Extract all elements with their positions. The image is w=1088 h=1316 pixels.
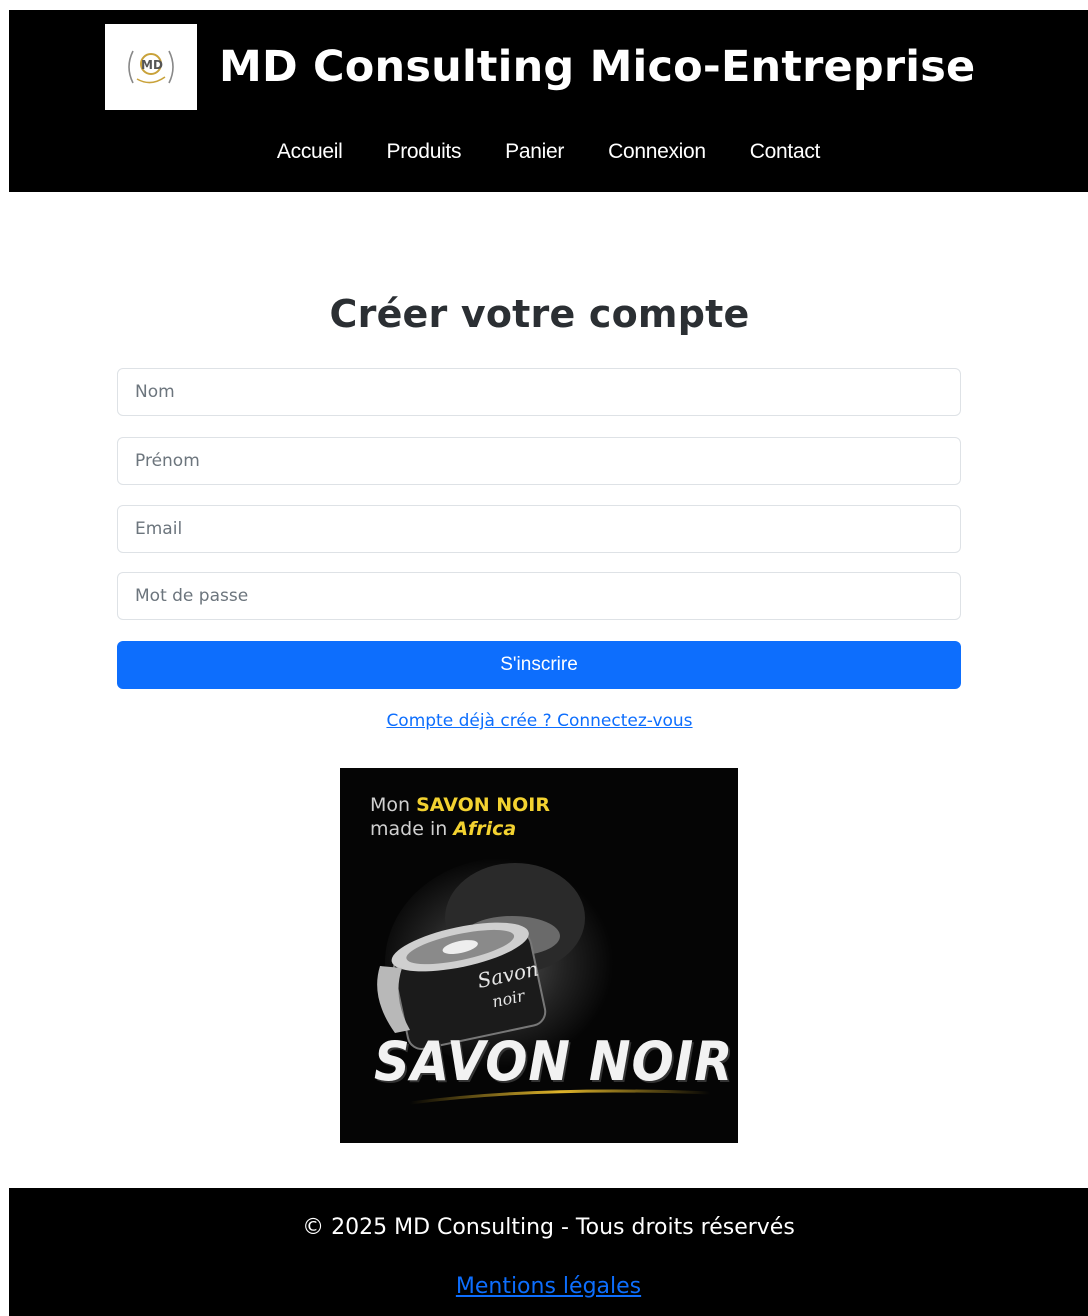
site-header: MD MD Consulting Mico-Entreprise Accueil… bbox=[9, 10, 1088, 192]
nom-input[interactable] bbox=[117, 368, 961, 416]
site-logo[interactable]: MD bbox=[105, 24, 197, 110]
prenom-input[interactable] bbox=[117, 437, 961, 485]
legal-link-wrap: Mentions légales bbox=[9, 1274, 1088, 1299]
login-link-wrap: Compte déjà crée ? Connectez-vous bbox=[0, 711, 1079, 731]
nav-produits[interactable]: Produits bbox=[365, 136, 484, 170]
promo-line1-prefix: Mon bbox=[370, 794, 417, 816]
site-footer: © 2025 MD Consulting - Tous droits réser… bbox=[9, 1188, 1088, 1316]
promo-line1-highlight: SAVON NOIR bbox=[416, 794, 550, 816]
nav-contact[interactable]: Contact bbox=[728, 136, 842, 170]
promo-image: Savon noir Mon SAVON NOIR made in Africa… bbox=[340, 768, 738, 1143]
md-logo-icon: MD bbox=[128, 50, 174, 84]
logo-text: MD bbox=[141, 58, 163, 72]
nav-panier[interactable]: Panier bbox=[483, 136, 586, 170]
nav-accueil[interactable]: Accueil bbox=[255, 136, 365, 170]
promo-line2-highlight: Africa bbox=[453, 818, 517, 840]
email-input[interactable] bbox=[117, 505, 961, 553]
brand: MD MD Consulting Mico-Entreprise bbox=[105, 23, 975, 111]
page-title: Créer votre compte bbox=[329, 292, 750, 336]
copyright-text: © 2025 MD Consulting - Tous droits réser… bbox=[302, 1215, 795, 1240]
promo-line2-prefix: made in bbox=[370, 818, 454, 840]
site-title: MD Consulting Mico-Entreprise bbox=[219, 42, 976, 92]
promo-tagline-2: made in Africa bbox=[370, 818, 516, 840]
promo-product-name: SAVON NOIR bbox=[374, 1030, 734, 1093]
nav-connexion[interactable]: Connexion bbox=[586, 136, 728, 170]
login-link[interactable]: Compte déjà crée ? Connectez-vous bbox=[386, 711, 692, 731]
legal-link[interactable]: Mentions légales bbox=[456, 1274, 641, 1299]
password-input[interactable] bbox=[117, 572, 961, 620]
signup-button[interactable]: S'inscrire bbox=[117, 641, 961, 689]
main-nav: Accueil Produits Panier Connexion Contac… bbox=[9, 136, 1088, 170]
promo-tagline-1: Mon SAVON NOIR bbox=[370, 794, 550, 816]
